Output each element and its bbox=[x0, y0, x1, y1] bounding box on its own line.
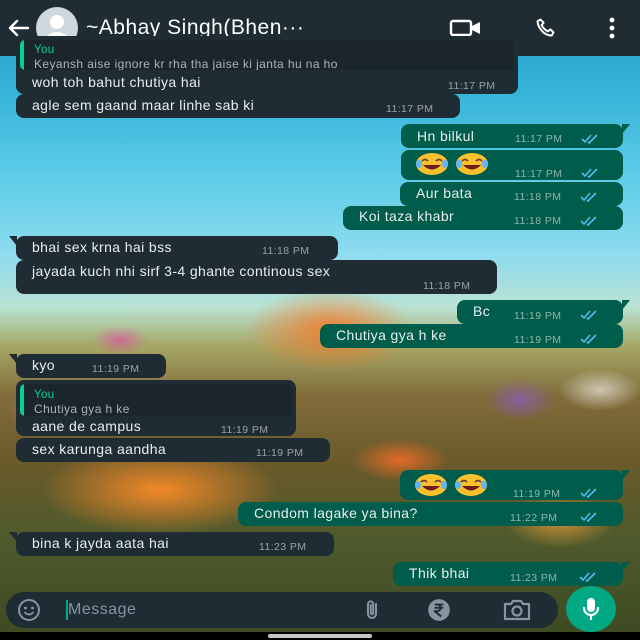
rupee-payment-icon bbox=[428, 599, 450, 621]
payment-button[interactable] bbox=[426, 597, 452, 623]
message-time: 11:17 PM bbox=[386, 103, 434, 115]
quote-text: Chutiya gya h ke bbox=[34, 402, 130, 416]
message-time: 11:23 PM bbox=[510, 572, 558, 584]
voice-call-button[interactable] bbox=[530, 14, 562, 42]
message-time: 11:19 PM bbox=[221, 424, 269, 436]
more-options-button[interactable] bbox=[602, 14, 622, 42]
emoji-icon bbox=[18, 599, 40, 621]
phone-icon bbox=[536, 18, 555, 37]
message-time: 11:19 PM bbox=[256, 447, 304, 459]
message-text: Bc bbox=[473, 303, 491, 319]
rofl-emoji bbox=[455, 474, 488, 496]
read-ticks-icon bbox=[579, 572, 596, 582]
message-time: 11:18 PM bbox=[514, 215, 562, 227]
camera-icon bbox=[503, 599, 531, 621]
message-time: 11:23 PM bbox=[259, 541, 307, 553]
read-ticks-icon bbox=[581, 168, 598, 178]
home-gesture-handle[interactable] bbox=[268, 634, 372, 638]
message-outgoing[interactable]: Hn bilkul 11:17 PM bbox=[401, 124, 630, 148]
message-time: 11:19 PM bbox=[514, 334, 562, 346]
message-outgoing[interactable]: Bc 11:19 PM bbox=[457, 300, 630, 324]
emoji-button[interactable] bbox=[16, 598, 44, 622]
read-ticks-icon bbox=[580, 310, 597, 320]
message-outgoing[interactable]: Thik bhai 11:23 PM bbox=[393, 562, 630, 586]
message-incoming[interactable]: agle sem gaand maar linhe sab ki 11:17 P… bbox=[16, 94, 460, 118]
message-text: Condom lagake ya bina? bbox=[254, 505, 418, 521]
rofl-emoji bbox=[416, 153, 448, 175]
message-text: aane de campus bbox=[32, 418, 142, 434]
message-text: agle sem gaand maar linhe sab ki bbox=[32, 97, 255, 113]
message-time: 11:19 PM bbox=[514, 310, 562, 322]
message-time: 11:17 PM bbox=[448, 80, 496, 92]
message-text: jayada kuch nhi sirf 3-4 ghante continou… bbox=[32, 263, 331, 279]
message-outgoing[interactable]: Chutiya gya h ke 11:19 PM bbox=[320, 324, 623, 348]
message-text: Chutiya gya h ke bbox=[336, 327, 447, 343]
read-ticks-icon bbox=[580, 334, 597, 344]
more-vert-icon bbox=[609, 17, 615, 39]
message-time: 11:18 PM bbox=[423, 280, 471, 292]
message-incoming[interactable]: jayada kuch nhi sirf 3-4 ghante continou… bbox=[16, 260, 497, 294]
message-text: Thik bhai bbox=[409, 565, 470, 581]
message-incoming[interactable]: kyo 11:19 PM bbox=[9, 354, 166, 378]
rofl-emoji bbox=[456, 153, 489, 175]
message-time: 11:17 PM bbox=[515, 133, 563, 145]
voice-message-button[interactable] bbox=[566, 586, 616, 632]
read-ticks-icon bbox=[580, 216, 597, 226]
read-ticks-icon bbox=[580, 488, 597, 498]
message-text: Hn bilkul bbox=[417, 128, 475, 144]
quoted-message[interactable]: You Keyansh aise ignore kr rha tha jaise… bbox=[20, 40, 514, 70]
message-text: Koi taza khabr bbox=[359, 208, 455, 224]
camera-button[interactable] bbox=[502, 597, 532, 623]
message-incoming[interactable]: bina k jayda aata hai 11:23 PM bbox=[9, 532, 334, 556]
message-time: 11:19 PM bbox=[92, 363, 140, 375]
message-time: 11:19 PM bbox=[513, 488, 561, 500]
attach-button[interactable] bbox=[360, 598, 384, 622]
message-text: Aur bata bbox=[416, 185, 473, 201]
message-text: bhai sex krna hai bss bbox=[32, 239, 172, 255]
message-composer: Message bbox=[6, 592, 558, 628]
message-text: woh toh bahut chutiya hai bbox=[32, 74, 201, 90]
message-outgoing[interactable]: 11:19 PM bbox=[400, 470, 630, 500]
message-text: kyo bbox=[32, 357, 55, 373]
video-call-icon bbox=[449, 19, 480, 37]
quote-author: You bbox=[34, 44, 55, 56]
message-text: bina k jayda aata hai bbox=[32, 535, 169, 551]
message-incoming[interactable]: bhai sex krna hai bss 11:18 PM bbox=[9, 236, 338, 260]
attach-icon bbox=[367, 600, 377, 619]
message-incoming[interactable]: You Keyansh aise ignore kr rha tha jaise… bbox=[16, 36, 518, 94]
emoji-row bbox=[414, 473, 488, 500]
message-outgoing[interactable]: 11:17 PM bbox=[401, 150, 623, 180]
read-ticks-icon bbox=[580, 192, 597, 202]
rofl-emoji bbox=[415, 474, 447, 496]
message-time: 11:22 PM bbox=[510, 512, 558, 524]
read-ticks-icon bbox=[581, 134, 598, 144]
message-time: 11:17 PM bbox=[515, 168, 563, 180]
emoji-row bbox=[415, 152, 489, 179]
message-outgoing[interactable]: Koi taza khabr 11:18 PM bbox=[343, 206, 623, 230]
message-incoming[interactable]: sex karunga aandha 11:19 PM bbox=[16, 438, 330, 462]
message-time: 11:18 PM bbox=[514, 191, 562, 203]
mic-icon bbox=[582, 598, 600, 621]
message-input[interactable]: Message bbox=[68, 601, 136, 619]
message-time: 11:18 PM bbox=[262, 245, 310, 257]
read-ticks-icon bbox=[580, 512, 597, 522]
back-arrow-icon bbox=[8, 19, 29, 37]
message-text: sex karunga aandha bbox=[32, 441, 167, 457]
message-outgoing[interactable]: Aur bata 11:18 PM bbox=[400, 182, 623, 206]
message-outgoing[interactable]: Condom lagake ya bina? 11:22 PM bbox=[238, 502, 623, 526]
quote-text: Keyansh aise ignore kr rha tha jaise ki … bbox=[34, 57, 338, 70]
quoted-message[interactable]: You Chutiya gya h ke bbox=[20, 384, 292, 416]
quote-author: You bbox=[34, 389, 55, 401]
message-incoming[interactable]: You Chutiya gya h ke aane de campus 11:1… bbox=[16, 380, 296, 436]
